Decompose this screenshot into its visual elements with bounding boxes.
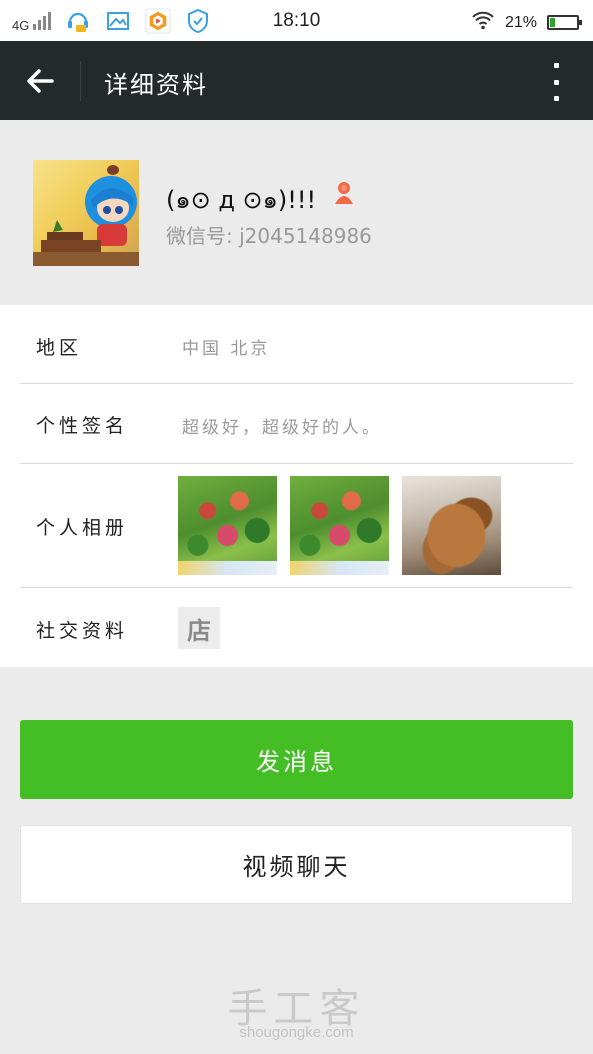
album-photo[interactable] [290, 476, 389, 575]
signature-label: 个性签名 [36, 415, 129, 437]
region-row[interactable]: 地区 中国 北京 [0, 305, 593, 383]
female-person-icon [333, 180, 355, 206]
page-title: 详细资料 [104, 71, 208, 99]
network-type: 4G [12, 17, 30, 33]
battery-percent: 21% [504, 13, 537, 31]
headset-app-icon [65, 8, 91, 34]
more-options-button[interactable] [549, 63, 563, 101]
back-button[interactable] [22, 63, 58, 99]
signature-row[interactable]: 个性签名 超级好，超级好的人。 [0, 384, 593, 463]
nickname: (๑⊙ д ⊙๑)!!! [166, 186, 317, 214]
signal-icon [33, 12, 52, 30]
title-bar: 详细资料 [0, 41, 593, 120]
app-store-icon [145, 8, 171, 34]
send-message-button[interactable]: 发消息 [20, 720, 573, 799]
shield-check-icon [185, 8, 211, 34]
album-label: 个人相册 [36, 517, 129, 539]
wifi-icon [471, 10, 495, 35]
wechat-id: 微信号: j2045148986 [166, 224, 372, 248]
region-value: 中国 北京 [182, 339, 271, 359]
arrow-left-icon [27, 69, 54, 93]
status-bar: 4G 18:10 21% [0, 0, 593, 41]
social-row[interactable]: 社交资料 [0, 588, 593, 667]
social-label: 社交资料 [36, 620, 129, 642]
shop-icon[interactable]: 店 [178, 607, 220, 649]
title-divider [80, 61, 81, 101]
gallery-icon [105, 8, 131, 34]
avatar[interactable] [33, 160, 139, 266]
region-label: 地区 [36, 337, 83, 359]
battery-icon [547, 15, 582, 30]
profile-header: (๑⊙ д ⊙๑)!!! 微信号: j2045148986 [0, 120, 593, 305]
status-right-icons: 21% [471, 10, 582, 35]
album-photo[interactable] [178, 476, 277, 575]
watermark-site: shougongke.com [239, 1024, 354, 1041]
info-card: 地区 中国 北京 个性签名 超级好，超级好的人。 个人相册 社交资料 店 [0, 305, 593, 667]
album-photo[interactable] [402, 476, 501, 575]
signature-value: 超级好，超级好的人。 [182, 418, 382, 438]
video-chat-button[interactable]: 视频聊天 [20, 825, 573, 904]
more-vertical-icon [553, 63, 559, 68]
status-left-icons: 4G [12, 8, 211, 34]
